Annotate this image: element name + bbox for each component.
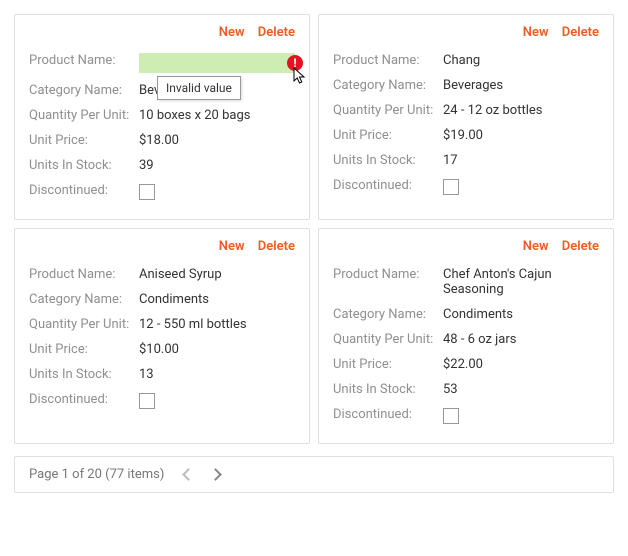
label-category-name: Category Name:	[333, 307, 443, 322]
label-product-name: Product Name:	[333, 53, 443, 68]
error-icon[interactable]: !	[287, 55, 303, 71]
value-stock: 39	[139, 158, 295, 173]
label-price: Unit Price:	[29, 133, 139, 148]
label-stock: Units In Stock:	[333, 382, 443, 397]
label-discontinued: Discontinued:	[333, 407, 443, 422]
label-price: Unit Price:	[333, 128, 443, 143]
value-stock: 17	[443, 153, 599, 168]
product-name-input[interactable]: !	[139, 53, 295, 73]
new-button[interactable]: New	[219, 239, 245, 254]
label-stock: Units In Stock:	[333, 153, 443, 168]
label-qty: Quantity Per Unit:	[29, 108, 139, 123]
new-button[interactable]: New	[523, 25, 549, 40]
product-card: New Delete Product Name: Chef Anton's Ca…	[318, 228, 614, 444]
label-discontinued: Discontinued:	[29, 392, 139, 407]
label-category-name: Category Name:	[29, 83, 139, 98]
delete-button[interactable]: Delete	[562, 25, 599, 40]
value-category-name: Beverages	[443, 78, 599, 93]
value-price: $19.00	[443, 128, 599, 143]
label-discontinued: Discontinued:	[333, 178, 443, 193]
label-qty: Quantity Per Unit:	[333, 332, 443, 347]
label-stock: Units In Stock:	[29, 158, 139, 173]
value-category-name: Condiments	[139, 292, 295, 307]
label-product-name: Product Name:	[333, 267, 443, 282]
value-product-name: Aniseed Syrup	[139, 267, 295, 282]
label-discontinued: Discontinued:	[29, 183, 139, 198]
chevron-right-icon[interactable]	[210, 468, 223, 481]
discontinued-checkbox[interactable]	[443, 179, 459, 195]
pager-text: Page 1 of 20 (77 items)	[29, 467, 164, 482]
delete-button[interactable]: Delete	[258, 25, 295, 40]
label-stock: Units In Stock:	[29, 367, 139, 382]
label-price: Unit Price:	[333, 357, 443, 372]
value-qty: 12 - 550 ml bottles	[139, 317, 295, 332]
value-category-name: Condiments	[443, 307, 599, 322]
value-price: $18.00	[139, 133, 295, 148]
value-product-name: Chang	[443, 53, 599, 68]
new-button[interactable]: New	[523, 239, 549, 254]
value-stock: 53	[443, 382, 599, 397]
label-qty: Quantity Per Unit:	[29, 317, 139, 332]
value-stock: 13	[139, 367, 295, 382]
new-button[interactable]: New	[219, 25, 245, 40]
pager: Page 1 of 20 (77 items)	[14, 456, 614, 493]
label-category-name: Category Name:	[333, 78, 443, 93]
value-price: $10.00	[139, 342, 295, 357]
value-product-name: Chef Anton's Cajun Seasoning	[443, 267, 599, 297]
delete-button[interactable]: Delete	[258, 239, 295, 254]
label-price: Unit Price:	[29, 342, 139, 357]
card-grid: New Delete Product Name: ! Invalid value…	[14, 14, 614, 444]
error-tooltip: Invalid value	[157, 76, 241, 100]
value-qty: 48 - 6 oz jars	[443, 332, 599, 347]
product-card: New Delete Product Name: Chang Category …	[318, 14, 614, 220]
label-category-name: Category Name:	[29, 292, 139, 307]
delete-button[interactable]: Delete	[562, 239, 599, 254]
discontinued-checkbox[interactable]	[139, 184, 155, 200]
value-qty: 24 - 12 oz bottles	[443, 103, 599, 118]
chevron-left-icon[interactable]	[183, 468, 196, 481]
label-product-name: Product Name:	[29, 53, 139, 68]
label-qty: Quantity Per Unit:	[333, 103, 443, 118]
label-product-name: Product Name:	[29, 267, 139, 282]
value-qty: 10 boxes x 20 bags	[139, 108, 295, 123]
discontinued-checkbox[interactable]	[443, 408, 459, 424]
product-card: New Delete Product Name: ! Invalid value…	[14, 14, 310, 220]
discontinued-checkbox[interactable]	[139, 393, 155, 409]
value-price: $22.00	[443, 357, 599, 372]
product-card: New Delete Product Name: Aniseed Syrup C…	[14, 228, 310, 444]
